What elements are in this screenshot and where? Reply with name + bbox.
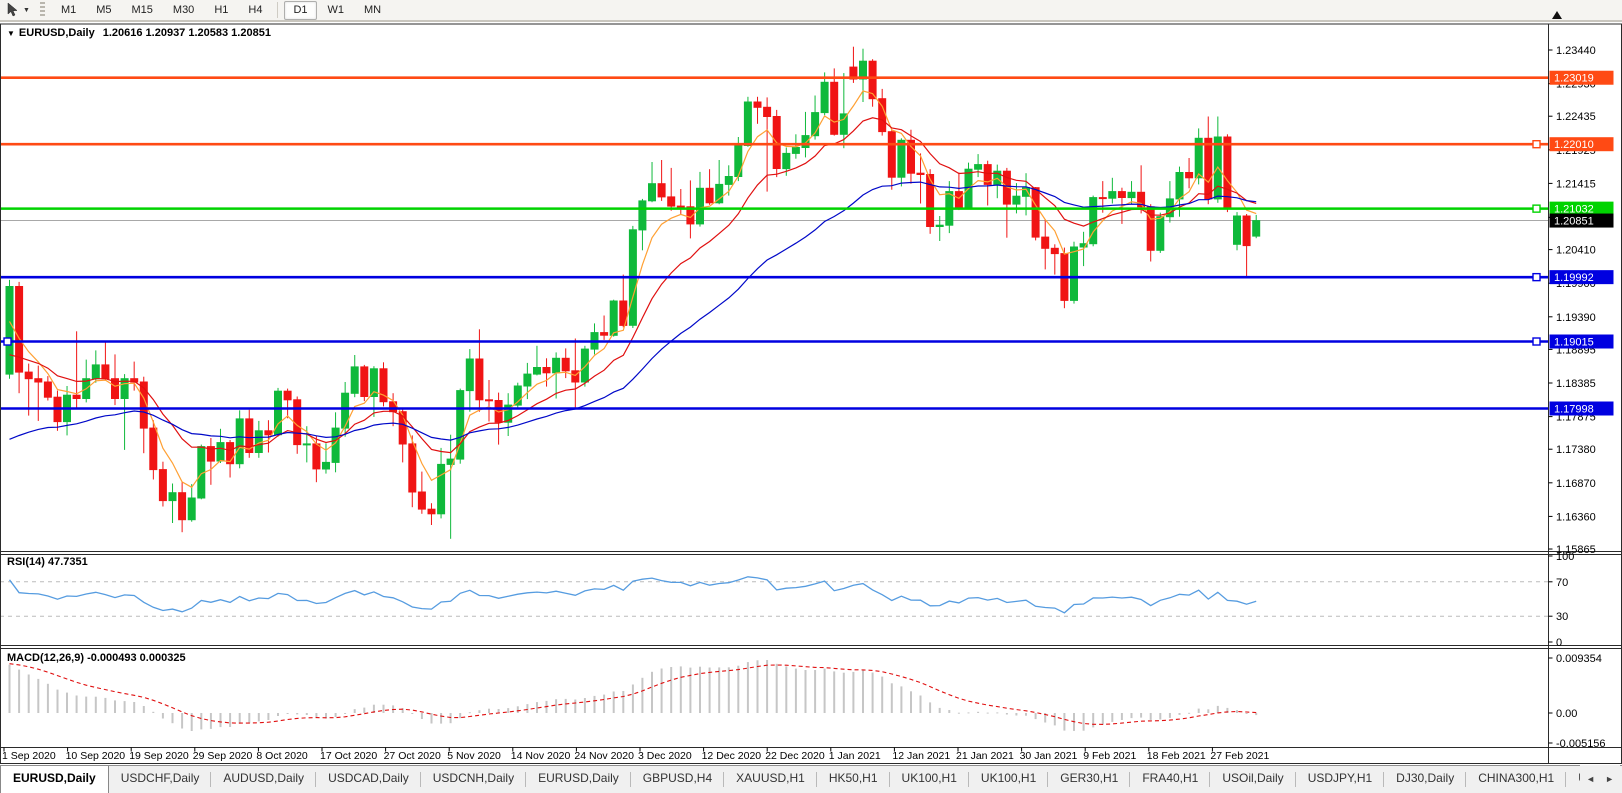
timeframe-button-m5[interactable]: M5 [87,1,120,20]
timeframe-button-mn[interactable]: MN [355,1,390,20]
chart-tab-bar: EURUSD,Daily USDCHF,Daily AUDUSD,Daily USDC… [0,765,1622,793]
line-handle-right-1.22010[interactable] [1532,140,1541,149]
chart-title: ▼ EURUSD,Daily 1.20616 1.20937 1.20583 1.2… [7,27,271,39]
toolbar-grip-handle [39,2,45,18]
date-label: 24 Nov 2020 [574,750,634,762]
toolbar-separator [277,2,279,18]
price-tick-label: 1.17380 [1556,444,1596,456]
rsi-axis-label: 100 [1556,551,1574,563]
chart-tab-3[interactable]: USDCAD,Daily [316,766,421,793]
cursor-tool-icon[interactable] [5,2,21,18]
date-label: 8 Oct 2020 [256,750,308,762]
date-label: 21 Jan 2021 [956,750,1014,762]
price-tick-label: 1.22435 [1556,111,1596,123]
line-handle-right-1.21032[interactable] [1532,204,1541,213]
price-tick-label: 1.21415 [1556,178,1596,190]
chart-tab-10[interactable]: UK100,H1 [969,766,1049,793]
price-level-badge-1.23019-text: 1.23019 [1554,73,1594,85]
date-label: 12 Dec 2020 [702,750,762,762]
price-level-badge-1.19015-text: 1.19015 [1554,337,1594,349]
date-label: 19 Sep 2020 [129,750,189,762]
date-label: 27 Oct 2020 [384,750,441,762]
date-label: 29 Sep 2020 [193,750,253,762]
price-tick-label: 1.16870 [1556,478,1596,490]
chart-tab-0[interactable]: EURUSD,Daily [0,766,109,793]
chart-tab-9[interactable]: UK100,H1 [890,766,970,793]
chart-shift-marker-icon[interactable] [1552,11,1562,19]
chart-background[interactable] [0,23,1622,765]
chart-tab-1[interactable]: USDCHF,Daily [109,766,212,793]
macd-axis-label: 0.009354 [1556,653,1602,665]
chart-tab-6[interactable]: GBPUSD,H4 [631,766,725,793]
rsi-axis-label: 70 [1556,577,1568,589]
date-label: 3 Dec 2020 [638,750,692,762]
date-label: 1 Sep 2020 [2,750,56,762]
chart-tab-4[interactable]: USDCNH,Daily [421,766,527,793]
date-label: 18 Feb 2021 [1147,750,1206,762]
chart-tab-2[interactable]: AUDUSD,Daily [211,766,316,793]
date-label: 22 Dec 2020 [765,750,825,762]
symbol-dropdown-icon[interactable]: ▼ [7,29,15,38]
date-label: 9 Feb 2021 [1083,750,1136,762]
chart-tab-5[interactable]: EURUSD,Daily [526,766,631,793]
line-handle-right-1.19015[interactable] [1532,337,1541,346]
date-label: 17 Oct 2020 [320,750,377,762]
chart-tab-7[interactable]: XAUUSD,H1 [724,766,817,793]
macd-axis-label: -0.005156 [1556,738,1606,750]
price-tick-label: 1.16360 [1556,511,1596,523]
tabs-scroll-right-icon[interactable]: ► [1605,774,1614,784]
current-price-badge-text: 1.20851 [1554,216,1594,228]
line-handle-left-1.19015[interactable] [3,337,12,346]
date-label: 1 Jan 2021 [829,750,881,762]
timeframe-toolbar: ▼ M1 M5 M15 M30 H1 H4 D1 W1 MN [0,0,1622,22]
mt4-window: ▼ M1M5M15M30H1H4D1W1MN 1.234401.229301.2… [0,0,1622,793]
chart-tab-15[interactable]: DJ30,Daily [1384,766,1467,793]
chart-tab-13[interactable]: USOil,Daily [1210,766,1297,793]
macd-indicator-label: MACD(12,26,9) -0.000493 0.000325 [7,652,186,664]
chart-tab-11[interactable]: GER30,H1 [1048,766,1131,793]
timeframe-button-m15[interactable]: M15 [123,1,162,20]
chart-symbol-period: EURUSD,Daily [18,27,95,39]
timeframe-button-w1[interactable]: W1 [319,1,354,20]
date-label: 10 Sep 2020 [66,750,126,762]
rsi-indicator-label: RSI(14) 47.7351 [7,556,88,568]
price-tick-label: 1.20410 [1556,245,1596,257]
rsi-axis-label: 30 [1556,611,1568,623]
macd-axis-label: 0.00 [1556,708,1577,720]
chart-ohlc-values: 1.20616 1.20937 1.20583 1.20851 [102,27,271,39]
chart-canvas[interactable]: 1.234401.229301.224351.219251.214151.209… [0,23,1622,765]
price-tick-label: 1.23440 [1556,45,1596,57]
price-level-badge-1.17998-text: 1.17998 [1554,404,1594,416]
tab-scroll-arrows: ◄ ► [1580,765,1620,793]
date-label: 12 Jan 2021 [892,750,950,762]
date-label: 5 Nov 2020 [447,750,501,762]
date-label: 14 Nov 2020 [511,750,571,762]
timeframe-button-h4[interactable]: H4 [239,1,271,20]
chevron-down-icon[interactable]: ▼ [23,7,30,14]
line-handle-right-1.19992[interactable] [1532,272,1541,282]
price-tick-label: 1.19390 [1556,312,1596,324]
timeframe-button-m30[interactable]: M30 [164,1,203,20]
rsi-axis-label: 0 [1556,637,1562,649]
chart-tab-12[interactable]: FRA40,H1 [1130,766,1211,793]
timeframe-button-m1[interactable]: M1 [52,1,85,20]
price-level-badge-1.19992-text: 1.19992 [1554,272,1594,284]
price-tick-label: 1.18385 [1556,378,1596,390]
chart-tab-14[interactable]: USDJPY,H1 [1296,766,1385,793]
price-level-badge-1.22010-text: 1.22010 [1554,139,1594,151]
timeframe-button-d1[interactable]: D1 [284,0,317,20]
timeframe-button-h1[interactable]: H1 [205,1,237,20]
date-label: 27 Feb 2021 [1210,750,1269,762]
chart-tab-8[interactable]: HK50,H1 [817,766,890,793]
tabs-scroll-left-icon[interactable]: ◄ [1586,774,1595,784]
chart-tab-16[interactable]: CHINA300,H1 [1466,766,1567,793]
date-label: 30 Jan 2021 [1020,750,1078,762]
